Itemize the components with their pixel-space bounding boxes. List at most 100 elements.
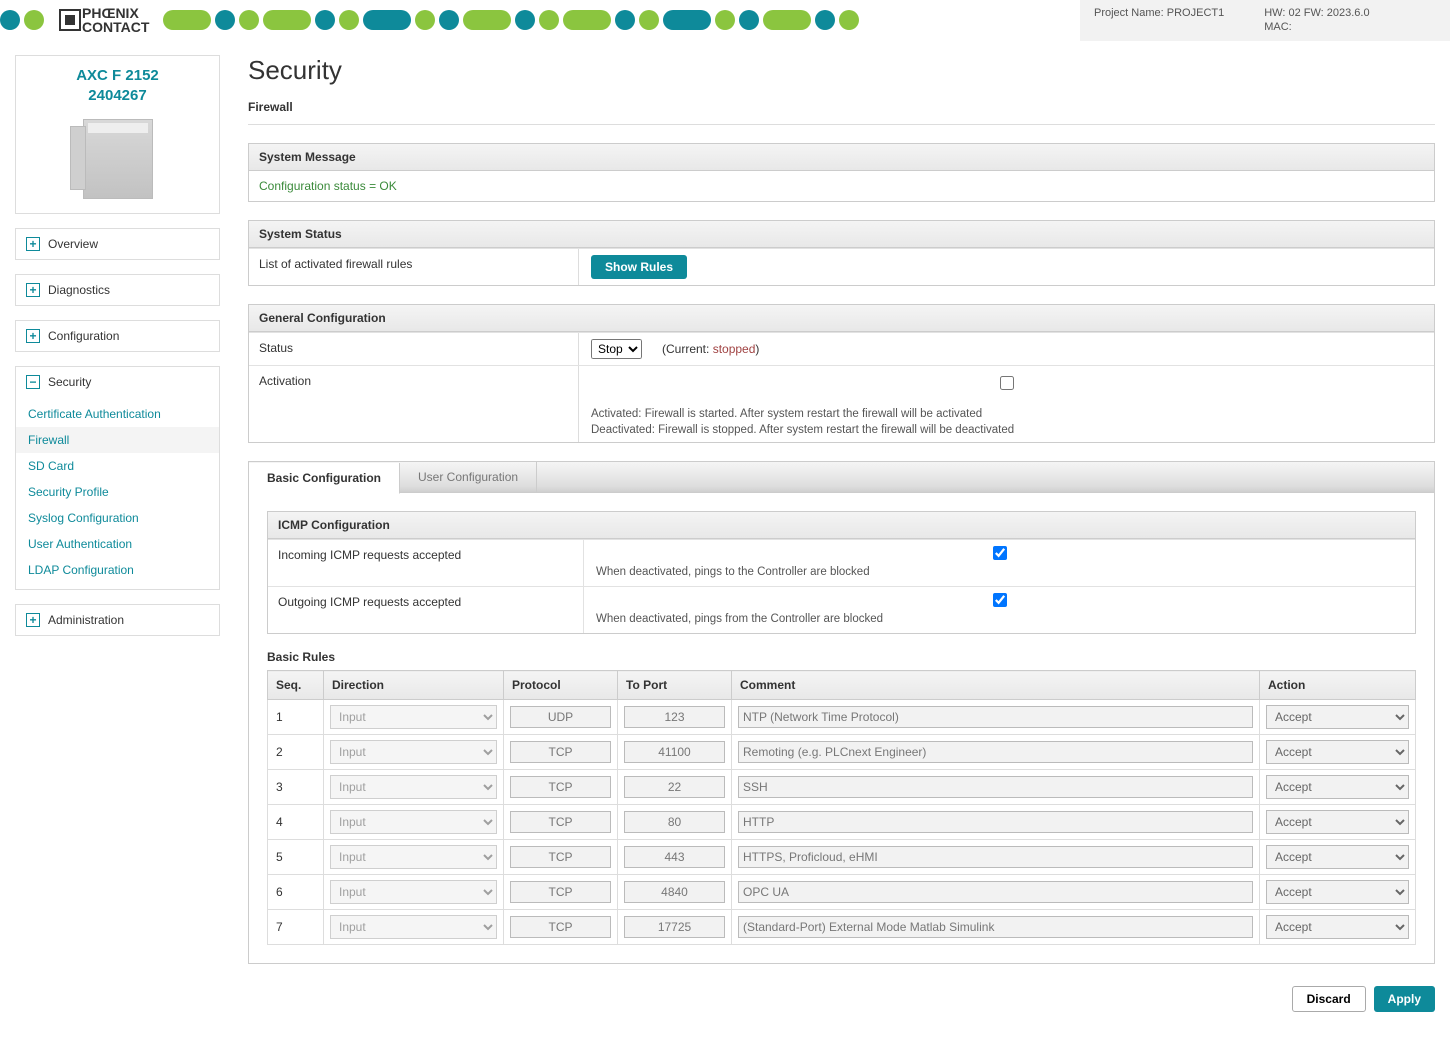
protocol-field[interactable]: [510, 881, 611, 903]
comment-field[interactable]: [738, 741, 1253, 763]
action-select[interactable]: Accept: [1266, 915, 1409, 939]
status-label: Status: [249, 333, 579, 365]
icmp-incoming-label: Incoming ICMP requests accepted: [268, 540, 584, 586]
sidebar-item-cert-auth[interactable]: Certificate Authentication: [16, 401, 219, 427]
tab-basic-config[interactable]: Basic Configuration: [249, 463, 400, 494]
device-line2: 2404267: [24, 86, 211, 106]
nav-overview[interactable]: + Overview: [16, 229, 219, 259]
direction-select[interactable]: Input: [330, 915, 497, 939]
divider: [248, 124, 1435, 125]
col-protocol: Protocol: [504, 671, 618, 700]
plus-icon: +: [26, 613, 40, 627]
action-select[interactable]: Accept: [1266, 775, 1409, 799]
protocol-field[interactable]: [510, 811, 611, 833]
system-message-header: System Message: [249, 144, 1434, 171]
col-seq: Seq.: [268, 671, 324, 700]
protocol-field[interactable]: [510, 846, 611, 868]
protocol-field[interactable]: [510, 776, 611, 798]
port-field[interactable]: [624, 811, 725, 833]
status-select[interactable]: Stop: [591, 339, 642, 359]
comment-field[interactable]: [738, 881, 1253, 903]
comment-field[interactable]: [738, 811, 1253, 833]
seq-cell: 4: [274, 815, 283, 829]
minus-icon: −: [26, 375, 40, 389]
port-field[interactable]: [624, 776, 725, 798]
sidebar-item-sd-card[interactable]: SD Card: [16, 453, 219, 479]
direction-select[interactable]: Input: [330, 705, 497, 729]
nav-security[interactable]: − Security: [16, 367, 219, 397]
sidebar-item-security-profile[interactable]: Security Profile: [16, 479, 219, 505]
tab-user-config[interactable]: User Configuration: [400, 462, 537, 492]
sidebar-item-user-auth[interactable]: User Authentication: [16, 531, 219, 557]
action-select[interactable]: Accept: [1266, 740, 1409, 764]
device-box: AXC F 2152 2404267: [15, 55, 220, 214]
direction-select[interactable]: Input: [330, 880, 497, 904]
direction-select[interactable]: Input: [330, 845, 497, 869]
comment-field[interactable]: [738, 846, 1253, 868]
plus-icon: +: [26, 329, 40, 343]
system-status-panel: System Status List of activated firewall…: [248, 220, 1435, 286]
port-field[interactable]: [624, 706, 725, 728]
system-status-header: System Status: [249, 221, 1434, 248]
table-row: 5 Input Accept: [268, 840, 1416, 875]
activation-checkbox[interactable]: [1000, 376, 1014, 390]
activation-note2: Deactivated: Firewall is stopped. After …: [591, 424, 1422, 436]
page-subtitle: Firewall: [248, 100, 1435, 114]
project-info: Project Name: PROJECT1 HW: 02 FW: 2023.6…: [1080, 0, 1450, 41]
show-rules-button[interactable]: Show Rules: [591, 255, 687, 279]
port-field[interactable]: [624, 916, 725, 938]
sidebar-item-firewall[interactable]: Firewall: [16, 427, 219, 453]
direction-select[interactable]: Input: [330, 775, 497, 799]
activation-note1: Activated: Firewall is started. After sy…: [591, 408, 1422, 420]
project-label: Project Name:: [1094, 7, 1164, 19]
icmp-panel: ICMP Configuration Incoming ICMP request…: [267, 511, 1416, 634]
nav-configuration[interactable]: + Configuration: [16, 321, 219, 351]
icmp-header: ICMP Configuration: [268, 512, 1415, 539]
current-status: (Current: stopped): [662, 342, 759, 356]
direction-select[interactable]: Input: [330, 810, 497, 834]
nav-administration[interactable]: + Administration: [16, 605, 219, 635]
port-field[interactable]: [624, 741, 725, 763]
sidebar-item-ldap[interactable]: LDAP Configuration: [16, 557, 219, 583]
table-row: 3 Input Accept: [268, 770, 1416, 805]
table-row: 6InputAccept: [268, 875, 1416, 910]
col-comment: Comment: [732, 671, 1260, 700]
general-config-header: General Configuration: [249, 305, 1434, 332]
system-message-text: Configuration status = OK: [259, 179, 397, 193]
apply-button[interactable]: Apply: [1374, 986, 1435, 1012]
top-bar: PHŒNIXCONTACT Project Name: PROJECT1 HW:…: [0, 0, 1450, 40]
table-row: 1InputAccept: [268, 700, 1416, 735]
port-field[interactable]: [624, 881, 725, 903]
page-title: Security: [248, 55, 1435, 86]
action-select[interactable]: Accept: [1266, 880, 1409, 904]
col-action: Action: [1260, 671, 1416, 700]
basic-rules-title: Basic Rules: [267, 650, 1416, 664]
icmp-outgoing-checkbox[interactable]: [993, 593, 1007, 607]
icmp-outgoing-label: Outgoing ICMP requests accepted: [268, 587, 584, 633]
action-select[interactable]: Accept: [1266, 705, 1409, 729]
sidebar-item-syslog[interactable]: Syslog Configuration: [16, 505, 219, 531]
brand-logo: PHŒNIXCONTACT: [48, 6, 159, 34]
system-status-label: List of activated firewall rules: [249, 249, 579, 285]
action-select[interactable]: Accept: [1266, 845, 1409, 869]
action-select[interactable]: Accept: [1266, 810, 1409, 834]
seq-cell: 5: [274, 850, 283, 864]
nav-diagnostics[interactable]: + Diagnostics: [16, 275, 219, 305]
comment-field[interactable]: [738, 706, 1253, 728]
direction-select[interactable]: Input: [330, 740, 497, 764]
protocol-field[interactable]: [510, 741, 611, 763]
seq-cell: 3: [274, 780, 283, 794]
discard-button[interactable]: Discard: [1292, 986, 1366, 1012]
tab-pane-basic: ICMP Configuration Incoming ICMP request…: [248, 492, 1435, 964]
device-image: [83, 119, 153, 199]
protocol-field[interactable]: [510, 916, 611, 938]
comment-field[interactable]: [738, 776, 1253, 798]
icmp-incoming-note: When deactivated, pings to the Controlle…: [596, 566, 1403, 578]
comment-field[interactable]: [738, 916, 1253, 938]
plus-icon: +: [26, 237, 40, 251]
protocol-field[interactable]: [510, 706, 611, 728]
activation-label: Activation: [249, 366, 579, 442]
icmp-incoming-checkbox[interactable]: [993, 546, 1007, 560]
project-name: PROJECT1: [1167, 7, 1224, 19]
port-field[interactable]: [624, 846, 725, 868]
